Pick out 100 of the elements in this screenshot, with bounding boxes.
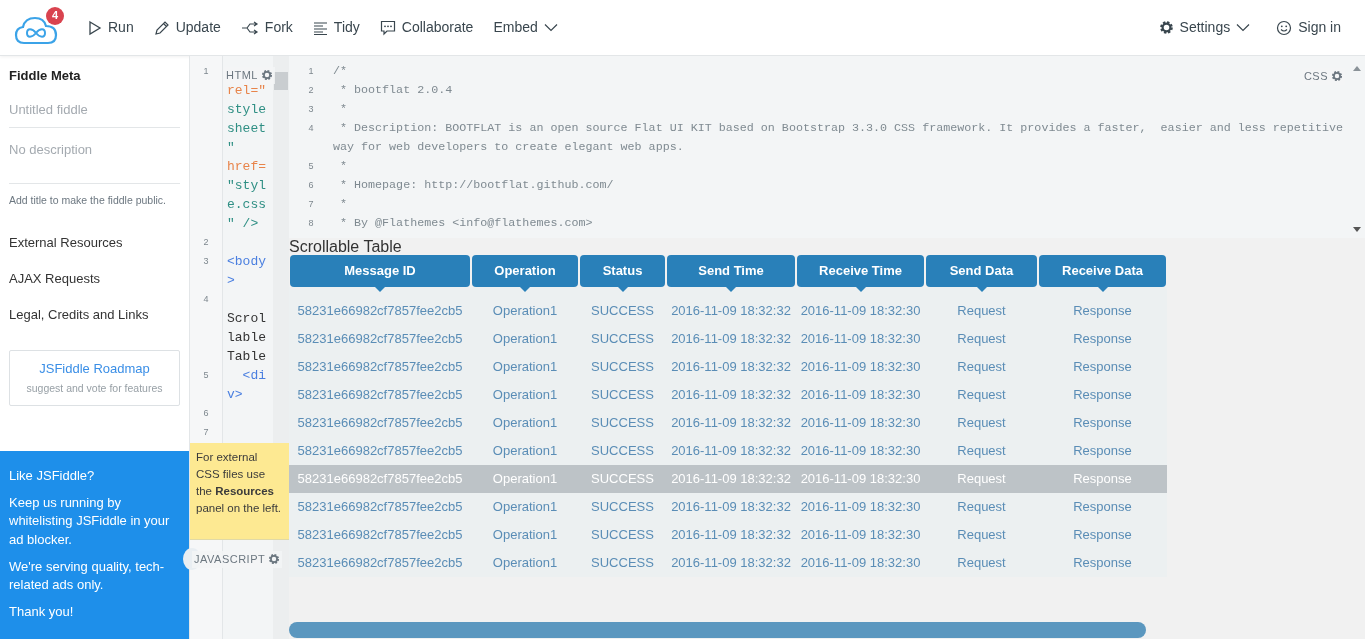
code-text: " />: [227, 216, 259, 231]
table-cell-text: Response: [1072, 526, 1133, 545]
table-cell-text: 2016-11-09 18:32:30: [799, 442, 922, 461]
roadmap-link[interactable]: JSFiddle Roadmap: [14, 358, 175, 379]
table-cell-text: Operation1: [491, 358, 559, 377]
table-cell-text: 2016-11-09 18:32:32: [670, 386, 792, 405]
code-text: <di: [241, 368, 266, 383]
toolbar-button[interactable]: Tidy: [302, 13, 370, 42]
table-cell-text: 58231e66982cf7857fee2cb5: [296, 498, 464, 517]
table-cell-text: SUCCESS: [590, 498, 655, 517]
table-cell-text: Response: [1072, 442, 1133, 461]
table-cell-text: Operation1: [491, 414, 559, 433]
code-text: v>: [227, 387, 243, 402]
table-cell-text: 2016-11-09 18:32:32: [670, 498, 792, 517]
table-cell-text: 58231e66982cf7857fee2cb5: [296, 470, 464, 489]
table-cell-text: Operation1: [491, 330, 559, 349]
pencil-icon: [153, 19, 170, 36]
toolbar-button[interactable]: Collaborate: [369, 13, 484, 42]
scrollbar[interactable]: [289, 622, 1146, 638]
settings-icon: [1158, 20, 1174, 35]
line-number: 6: [202, 407, 210, 420]
table-cell-text: Response: [1072, 330, 1133, 349]
title-field[interactable]: Untitled fiddle: [9, 97, 180, 128]
code-line: *: [339, 101, 348, 118]
line-number: 4: [307, 122, 315, 135]
table-cell-text: Request: [956, 470, 1007, 489]
code-text: style: [227, 102, 266, 117]
dropdown-button[interactable]: Settings: [1148, 13, 1261, 42]
align-icon: [312, 20, 328, 35]
code-text: <body: [227, 254, 266, 269]
code-text: Scrol: [227, 311, 266, 326]
toolbar-button[interactable]: Fork: [230, 13, 303, 42]
table-cell-text: 2016-11-09 18:32:30: [799, 526, 922, 545]
table-cell-text: SUCCESS: [590, 330, 655, 349]
line-number: 8: [307, 217, 315, 230]
table-cell-text: 58231e66982cf7857fee2cb5: [296, 414, 464, 433]
table-cell-text: SUCCESS: [590, 302, 655, 321]
code-line: * By @Flathemes <info@flathemes.com>: [339, 215, 593, 232]
table-cell-text: 58231e66982cf7857fee2cb5: [296, 302, 464, 321]
table-cell-text: Operation1: [491, 302, 559, 321]
table-cell-text: SUCCESS: [590, 554, 655, 573]
table-cell-text: 2016-11-09 18:32:30: [799, 386, 922, 405]
code-line: * Homepage: http://bootflat.github.com/: [339, 177, 614, 194]
settings-icon: [260, 69, 273, 82]
line-number: 1: [202, 65, 210, 78]
line-number: 5: [202, 369, 210, 382]
ad-text: Thank you!: [9, 603, 75, 622]
table-cell-text: 2016-11-09 18:32:32: [670, 442, 792, 461]
settings-icon: [1331, 70, 1343, 83]
section-heading: Fiddle Meta: [9, 67, 82, 85]
code-text: "styl: [227, 178, 266, 193]
chat-icon: [379, 19, 396, 36]
table-cell-text: Operation1: [491, 386, 559, 405]
line-number: 3: [202, 255, 210, 268]
table-cell-text: Response: [1072, 498, 1133, 517]
line-number: 7: [307, 198, 315, 211]
description-field[interactable]: No description: [9, 128, 180, 184]
table-cell-text: Request: [956, 442, 1007, 461]
table-cell-text: Request: [956, 526, 1007, 545]
table-cell-text: SUCCESS: [590, 526, 655, 545]
line-number: 7: [202, 426, 210, 439]
table-cell-text: Request: [956, 358, 1007, 377]
sidebar-link[interactable]: Legal, Credits and Links: [9, 304, 180, 341]
table-cell-text: 2016-11-09 18:32:30: [799, 498, 922, 517]
ad-text: We're serving quality, tech-related ads only.: [9, 557, 166, 594]
table-cell-text: Operation1: [491, 498, 559, 517]
sidebar-link[interactable]: AJAX Requests: [9, 268, 180, 305]
panel-title: CSS: [1303, 69, 1328, 84]
roadmap-card[interactable]: JSFiddle Roadmap suggest and vote for features: [9, 349, 180, 406]
line-number: 2: [307, 84, 315, 97]
table-cell-text: 58231e66982cf7857fee2cb5: [296, 442, 464, 461]
table-cell-text: Response: [1072, 554, 1133, 573]
dropdown-button[interactable]: Embed: [483, 13, 568, 42]
table-cell-text: Request: [956, 302, 1007, 321]
code-line: * Description: BOOTFLAT is an open source Flat UI KIT based on Bootstrap 3.3.0 CSS framework. It provides a faster, easier and less repetitive: [339, 120, 1343, 137]
table-cell-text: Operation1: [491, 442, 559, 461]
table-cell-text: 2016-11-09 18:32:30: [799, 554, 922, 573]
code-line: /*: [333, 63, 348, 80]
page-heading: Scrollable Table: [289, 238, 403, 255]
toolbar-button[interactable]: Update: [143, 13, 231, 42]
code-text: >: [227, 273, 235, 288]
play-icon: [88, 19, 102, 36]
toolbar-button[interactable]: Run: [78, 13, 144, 42]
table-cell-text: 58231e66982cf7857fee2cb5: [296, 526, 464, 545]
table-cell-text: 2016-11-09 18:32:30: [799, 414, 922, 433]
table-cell-text: 58231e66982cf7857fee2cb5: [296, 386, 464, 405]
table-cell-text: Response: [1072, 302, 1133, 321]
code-line: * bootflat 2.0.4: [339, 82, 453, 99]
line-number: 2: [202, 236, 210, 249]
table-cell-text: 2016-11-09 18:32:30: [799, 330, 922, 349]
table-cell-text: 2016-11-09 18:32:32: [670, 358, 792, 377]
panel-title: JAVASCRIPT: [194, 552, 266, 567]
table-cell-text: Request: [956, 386, 1007, 405]
hint-text: Add title to make the fiddle public.: [9, 193, 167, 208]
fork-icon: [240, 20, 259, 35]
table-cell-text: 2016-11-09 18:32:30: [799, 302, 922, 321]
code-text: sheet: [227, 121, 266, 136]
sidebar-link[interactable]: External Resources: [9, 232, 180, 269]
toolbar-button[interactable]: Sign in: [1266, 13, 1351, 42]
table-cell-text: 2016-11-09 18:32:32: [670, 414, 792, 433]
